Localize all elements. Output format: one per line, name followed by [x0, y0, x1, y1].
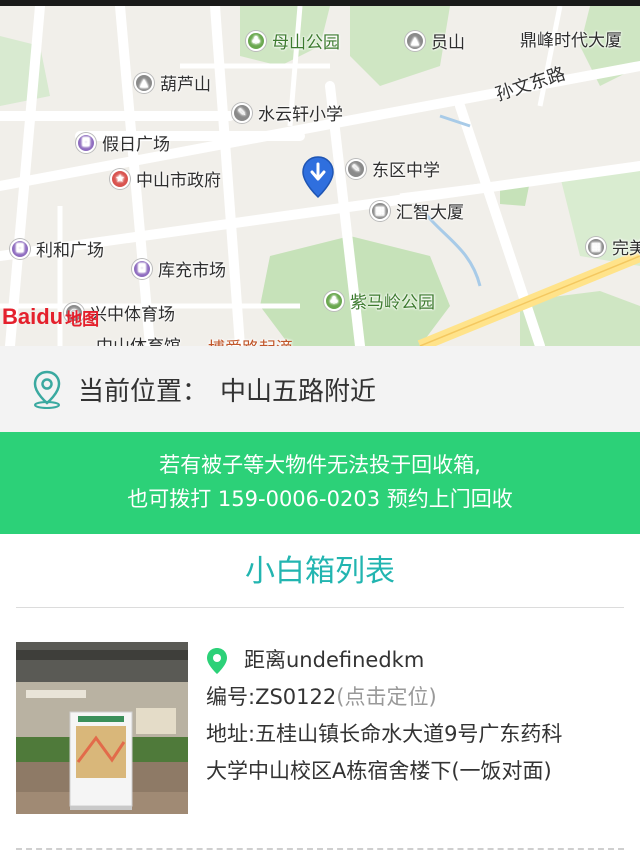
box-code: 编号:ZS0122 [206, 685, 337, 709]
baidu-logo-ditu: 地图 [65, 310, 100, 330]
building-icon: ▦ [586, 236, 606, 257]
poi-yuanshan[interactable]: ▲ 员山 [405, 28, 465, 53]
shopping-bag-icon: ◘ [132, 258, 152, 279]
poi-label: 库充市场 [158, 261, 226, 281]
shopping-bag-icon: ◘ [76, 132, 96, 153]
box-list-title: 小白箱列表 [245, 554, 395, 589]
list-item[interactable]: 距离undefinedkm 编号:ZS0122 (点击定位) 地址:五桂山镇长命… [16, 642, 624, 814]
notice-line-1: 若有被子等大物件无法投于回收箱, [159, 453, 481, 477]
locate-hint[interactable]: (点击定位) [336, 679, 436, 716]
mountain-icon: ▲ [134, 72, 154, 93]
poi-gov[interactable]: ★ 中山市政府 [110, 166, 221, 191]
poi-label: 员山 [431, 33, 465, 53]
poi-dingfeng[interactable]: 鼎峰时代大厦 [520, 26, 622, 51]
location-marker-icon[interactable] [301, 155, 335, 199]
recycle-box-photo [16, 642, 188, 814]
school-icon: ✎ [346, 158, 366, 179]
poi-mushan-park[interactable]: ♣ 母山公园 [246, 28, 340, 53]
poi-label: 母山公园 [272, 33, 340, 53]
poi-label: 东区中学 [372, 161, 440, 181]
poi-label: 博爱路起滴 [208, 334, 293, 346]
address-line-1: 地址:五桂山镇长命水大道9号广东药科 [206, 722, 563, 746]
item-separator [16, 848, 624, 850]
park-icon: ♣ [324, 290, 344, 311]
poi-label: 紫马岭公园 [350, 293, 435, 313]
poi-shuiyunxuan[interactable]: ✎ 水云轩小学 [232, 100, 343, 125]
location-label: 当前位置： [78, 376, 209, 407]
poi-label: 水云轩小学 [258, 105, 343, 125]
shopping-bag-icon: ◘ [10, 238, 30, 259]
building-icon: ▦ [370, 200, 390, 221]
address-line-2: 大学中山校区A栋宿舍楼下(一饭对面) [206, 759, 552, 783]
poi-label: 兴中体育场 [90, 305, 175, 325]
poi-lihe[interactable]: ◘ 利和广场 [10, 236, 104, 261]
code-row[interactable]: 编号:ZS0122 (点击定位) [206, 679, 626, 716]
mountain-icon: ▲ [405, 30, 425, 51]
location-value: 中山五路附近 [220, 376, 377, 407]
poi-label: 鼎峰时代大厦 [520, 31, 622, 51]
poi-dongqu[interactable]: ✎ 东区中学 [346, 156, 440, 181]
baidu-logo-text: Baidu [2, 304, 64, 329]
distance-text: 距离undefinedkm [244, 648, 425, 672]
location-pin-icon [33, 370, 61, 409]
location-pin-icon [207, 647, 227, 674]
park-icon: ♣ [246, 30, 266, 51]
pickup-notice-banner: 若有被子等大物件无法投于回收箱, 也可拨打 159-0006-0203 预约上门… [0, 432, 640, 534]
poi-label: 完美 [612, 239, 640, 259]
poi-wan[interactable]: ▦ 完美 [586, 234, 640, 259]
divider [16, 607, 624, 608]
poi-label: 利和广场 [36, 241, 104, 261]
poi-tiyuguan[interactable]: 中山体育馆 [96, 332, 181, 346]
government-star-icon: ★ [110, 168, 130, 189]
poi-label: 汇智大厦 [396, 203, 464, 223]
current-location-bar: 当前位置： 中山五路附近 [0, 346, 640, 432]
baidu-logo: Baidu 地图 [2, 304, 99, 330]
poi-kuchong[interactable]: ◘ 库充市场 [132, 256, 226, 281]
poi-bolan[interactable]: 博爱路起滴 [208, 334, 293, 346]
poi-label: 葫芦山 [160, 75, 211, 95]
list-item-info: 距离undefinedkm 编号:ZS0122 (点击定位) 地址:五桂山镇长命… [206, 642, 626, 790]
poi-label: 中山体育馆 [96, 332, 181, 346]
poi-zimaling[interactable]: ♣ 紫马岭公园 [324, 288, 435, 313]
poi-huizhi[interactable]: ▦ 汇智大厦 [370, 198, 464, 223]
poi-jiari[interactable]: ◘ 假日广场 [76, 130, 170, 155]
poi-label: 中山市政府 [136, 171, 221, 191]
distance-row: 距离undefinedkm [206, 642, 626, 679]
poi-label: 假日广场 [102, 135, 170, 155]
poi-huludashan[interactable]: ▲ 葫芦山 [134, 70, 211, 95]
school-icon: ✎ [232, 102, 252, 123]
notice-line-2[interactable]: 也可拨打 159-0006-0203 预约上门回收 [0, 482, 640, 516]
map-view[interactable]: ♣ 母山公园 ▲ 员山 鼎峰时代大厦 ▲ 葫芦山 ✎ 水云轩小学 ◘ 假日广场 ★ 中山市政… [0, 6, 640, 346]
